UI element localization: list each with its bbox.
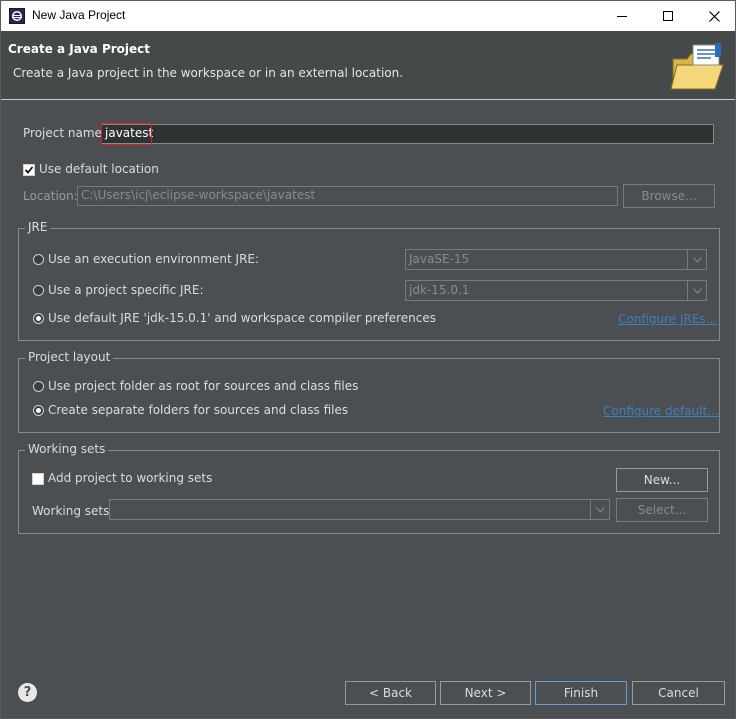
close-icon — [708, 10, 720, 22]
maximize-button[interactable] — [645, 1, 691, 31]
new-working-set-button[interactable]: New... — [616, 468, 708, 492]
layout-separate-label: Create separate folders for sources and … — [48, 403, 349, 417]
execution-env-value: JavaSE-15 — [409, 252, 470, 266]
chevron-down-icon — [687, 250, 706, 269]
maximize-icon — [663, 11, 673, 21]
checkmark-icon — [24, 166, 34, 174]
working-sets-group-title: Working sets — [25, 442, 109, 456]
window-title: New Java Project — [32, 8, 126, 22]
layout-root-label: Use project folder as root for sources a… — [48, 379, 359, 393]
jre-default-label: Use default JRE 'jdk-15.0.1' and workspa… — [48, 311, 437, 325]
project-layout-group: Project layout Use project folder as roo… — [18, 350, 720, 433]
jre-group: JRE Use an execution environment JRE: Ja… — [18, 220, 720, 341]
location-label: Location: — [23, 189, 78, 203]
location-input[interactable]: C:\Users\icj\eclipse-workspace\javatest — [77, 186, 618, 206]
chevron-down-icon — [590, 500, 609, 519]
add-to-working-sets-checkbox[interactable] — [32, 473, 44, 485]
close-button[interactable] — [691, 1, 736, 31]
jre-default-radio[interactable] — [33, 313, 44, 324]
jre-execution-env-radio[interactable] — [33, 254, 44, 265]
new-java-project-dialog: New Java Project Create a Java Project C… — [0, 0, 736, 719]
use-default-location-label: Use default location — [39, 162, 159, 176]
project-layout-group-title: Project layout — [25, 350, 114, 364]
minimize-icon — [617, 16, 627, 17]
working-sets-select[interactable] — [109, 499, 610, 520]
browse-button[interactable]: Browse... — [623, 184, 715, 208]
select-working-sets-button[interactable]: Select... — [616, 498, 708, 522]
project-name-highlight — [101, 123, 152, 145]
wizard-content: Project name: javatest Use default locat… — [1, 100, 735, 660]
layout-root-radio[interactable] — [33, 381, 44, 392]
project-name-input[interactable]: javatest — [101, 124, 714, 144]
working-sets-label: Working sets: — [32, 504, 114, 518]
project-specific-jre-value: jdk-15.0.1 — [409, 283, 470, 297]
new-project-folder-icon — [670, 43, 724, 90]
project-name-label: Project name: — [23, 126, 106, 140]
wizard-title: Create a Java Project — [8, 42, 151, 56]
configure-jres-link[interactable]: Configure JREs... — [618, 312, 717, 326]
jre-project-specific-label: Use a project specific JRE: — [48, 283, 204, 297]
finish-button[interactable]: Finish — [535, 681, 627, 705]
jre-project-specific-radio[interactable] — [33, 285, 44, 296]
working-sets-group: Working sets Add project to working sets… — [18, 442, 720, 534]
chevron-down-icon — [687, 281, 706, 300]
wizard-description: Create a Java project in the workspace o… — [13, 66, 404, 80]
next-button[interactable]: Next > — [440, 681, 531, 705]
minimize-button[interactable] — [599, 1, 645, 31]
eclipse-icon — [9, 8, 25, 24]
project-specific-jre-select[interactable]: jdk-15.0.1 — [405, 280, 707, 301]
back-button[interactable]: < Back — [345, 681, 436, 705]
wizard-footer: ? < Back Next > Finish Cancel — [1, 660, 735, 718]
use-default-location-checkbox[interactable] — [23, 164, 35, 176]
help-icon[interactable]: ? — [18, 683, 37, 702]
add-to-working-sets-label: Add project to working sets — [48, 471, 213, 485]
execution-env-select[interactable]: JavaSE-15 — [405, 249, 707, 270]
cancel-button[interactable]: Cancel — [632, 681, 725, 705]
jre-group-title: JRE — [25, 220, 51, 234]
jre-execution-env-label: Use an execution environment JRE: — [48, 252, 260, 266]
configure-default-link[interactable]: Configure default... — [603, 404, 719, 418]
title-bar: New Java Project — [1, 1, 735, 31]
wizard-header: Create a Java Project Create a Java proj… — [1, 31, 735, 100]
layout-separate-radio[interactable] — [33, 405, 44, 416]
